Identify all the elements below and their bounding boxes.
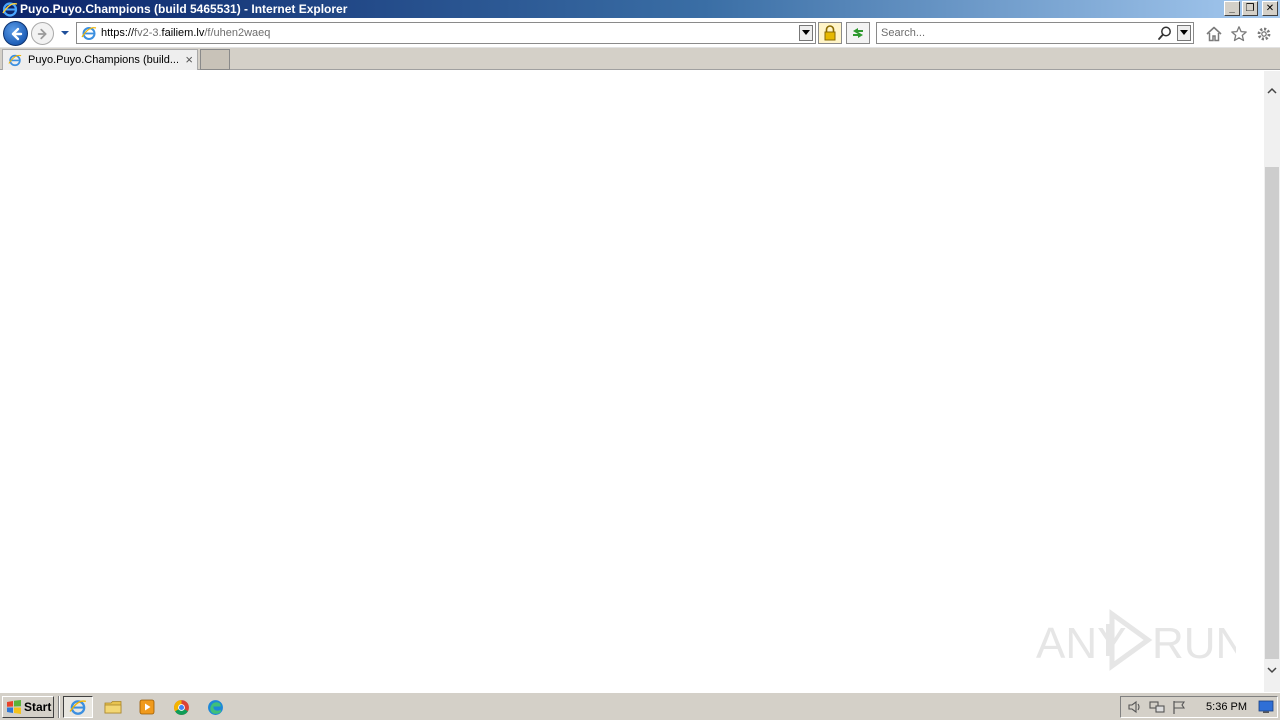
url-protocol: https:// xyxy=(101,27,135,39)
start-button[interactable]: Start xyxy=(2,696,54,718)
window-titlebar[interactable]: Puyo.Puyo.Champions (build 5465531) - In… xyxy=(0,0,1280,18)
vertical-scrollbar[interactable] xyxy=(1264,71,1280,692)
url-domain: failiem.lv xyxy=(161,27,205,39)
forward-button[interactable] xyxy=(31,22,54,45)
system-tray: 5:36 PM xyxy=(1120,696,1278,718)
watermark-text-run: RUN xyxy=(1152,619,1236,668)
new-tab-button[interactable] xyxy=(200,49,230,70)
page-content xyxy=(0,71,1264,692)
close-tab-icon[interactable]: × xyxy=(185,53,193,66)
taskbar-app-media-player[interactable] xyxy=(132,696,162,718)
network-icon[interactable] xyxy=(1149,699,1165,715)
scroll-down-button[interactable] xyxy=(1264,663,1280,677)
show-desktop-icon[interactable] xyxy=(1258,700,1274,714)
refresh-button[interactable] xyxy=(846,22,870,44)
windows-logo-icon xyxy=(7,700,21,714)
taskbar-divider xyxy=(58,696,60,718)
speaker-icon[interactable] xyxy=(1127,699,1143,715)
search-dropdown-button[interactable] xyxy=(1177,25,1191,41)
refresh-icon xyxy=(853,28,863,38)
star-favorites-icon[interactable] xyxy=(1230,25,1248,43)
minimize-button[interactable]: _ xyxy=(1224,1,1240,16)
search-box[interactable]: Search... xyxy=(876,22,1194,44)
chevron-up-icon xyxy=(1267,87,1277,94)
address-bar[interactable]: https://fv2-3.failiem.lv/f/uhen2waeq xyxy=(76,22,816,44)
internet-explorer-icon xyxy=(69,700,87,715)
internet-explorer-icon xyxy=(8,54,22,67)
url-subdomain: fv2-3. xyxy=(134,27,162,39)
search-placeholder: Search... xyxy=(881,27,926,39)
edge-icon xyxy=(207,699,223,715)
chevron-down-icon xyxy=(802,30,810,35)
search-icon[interactable] xyxy=(1157,25,1173,41)
restore-button[interactable]: ❐ xyxy=(1242,1,1258,16)
internet-explorer-icon xyxy=(2,2,18,17)
security-lock-button[interactable] xyxy=(818,22,842,44)
window-title: Puyo.Puyo.Champions (build 5465531) - In… xyxy=(20,2,348,16)
arrow-right-icon xyxy=(37,28,46,39)
chevron-down-icon xyxy=(1267,666,1277,673)
scrollbar-thumb[interactable] xyxy=(1265,167,1279,659)
tab-active[interactable]: Puyo.Puyo.Champions (build... × xyxy=(2,49,198,70)
history-dropdown-icon[interactable] xyxy=(59,28,71,38)
taskbar-app-internet-explorer[interactable] xyxy=(63,696,93,718)
arrow-left-icon xyxy=(11,27,22,40)
action-center-flag-icon[interactable] xyxy=(1171,699,1187,715)
url-path: /f/uhen2waeq xyxy=(204,27,271,39)
back-button[interactable] xyxy=(3,21,28,46)
folder-icon xyxy=(104,701,122,714)
close-button[interactable]: ✕ xyxy=(1262,1,1278,16)
home-icon[interactable] xyxy=(1205,25,1223,43)
anyrun-watermark-logo: ANY RUN xyxy=(1036,609,1236,671)
taskbar-app-file-explorer[interactable] xyxy=(98,696,128,718)
scroll-up-button[interactable] xyxy=(1264,83,1280,97)
tab-bar: Puyo.Puyo.Champions (build... × xyxy=(0,48,1280,70)
chrome-icon xyxy=(173,699,189,715)
taskbar-app-edge[interactable] xyxy=(200,696,230,718)
address-dropdown-button[interactable] xyxy=(799,25,813,41)
taskbar: Start 5:36 PM xyxy=(0,692,1280,720)
page-icon xyxy=(81,27,97,40)
media-player-icon xyxy=(139,699,155,715)
lock-icon xyxy=(824,25,836,41)
tab-label: Puyo.Puyo.Champions (build... xyxy=(28,54,178,66)
chevron-down-icon xyxy=(1180,30,1188,35)
start-label: Start xyxy=(24,700,52,714)
gear-icon[interactable] xyxy=(1255,25,1273,43)
url-text[interactable]: https://fv2-3.failiem.lv/f/uhen2waeq xyxy=(101,27,270,39)
clock[interactable]: 5:36 PM xyxy=(1206,701,1247,713)
navigation-bar: https://fv2-3.failiem.lv/f/uhen2waeq Sea… xyxy=(0,18,1280,48)
taskbar-app-chrome[interactable] xyxy=(166,696,196,718)
